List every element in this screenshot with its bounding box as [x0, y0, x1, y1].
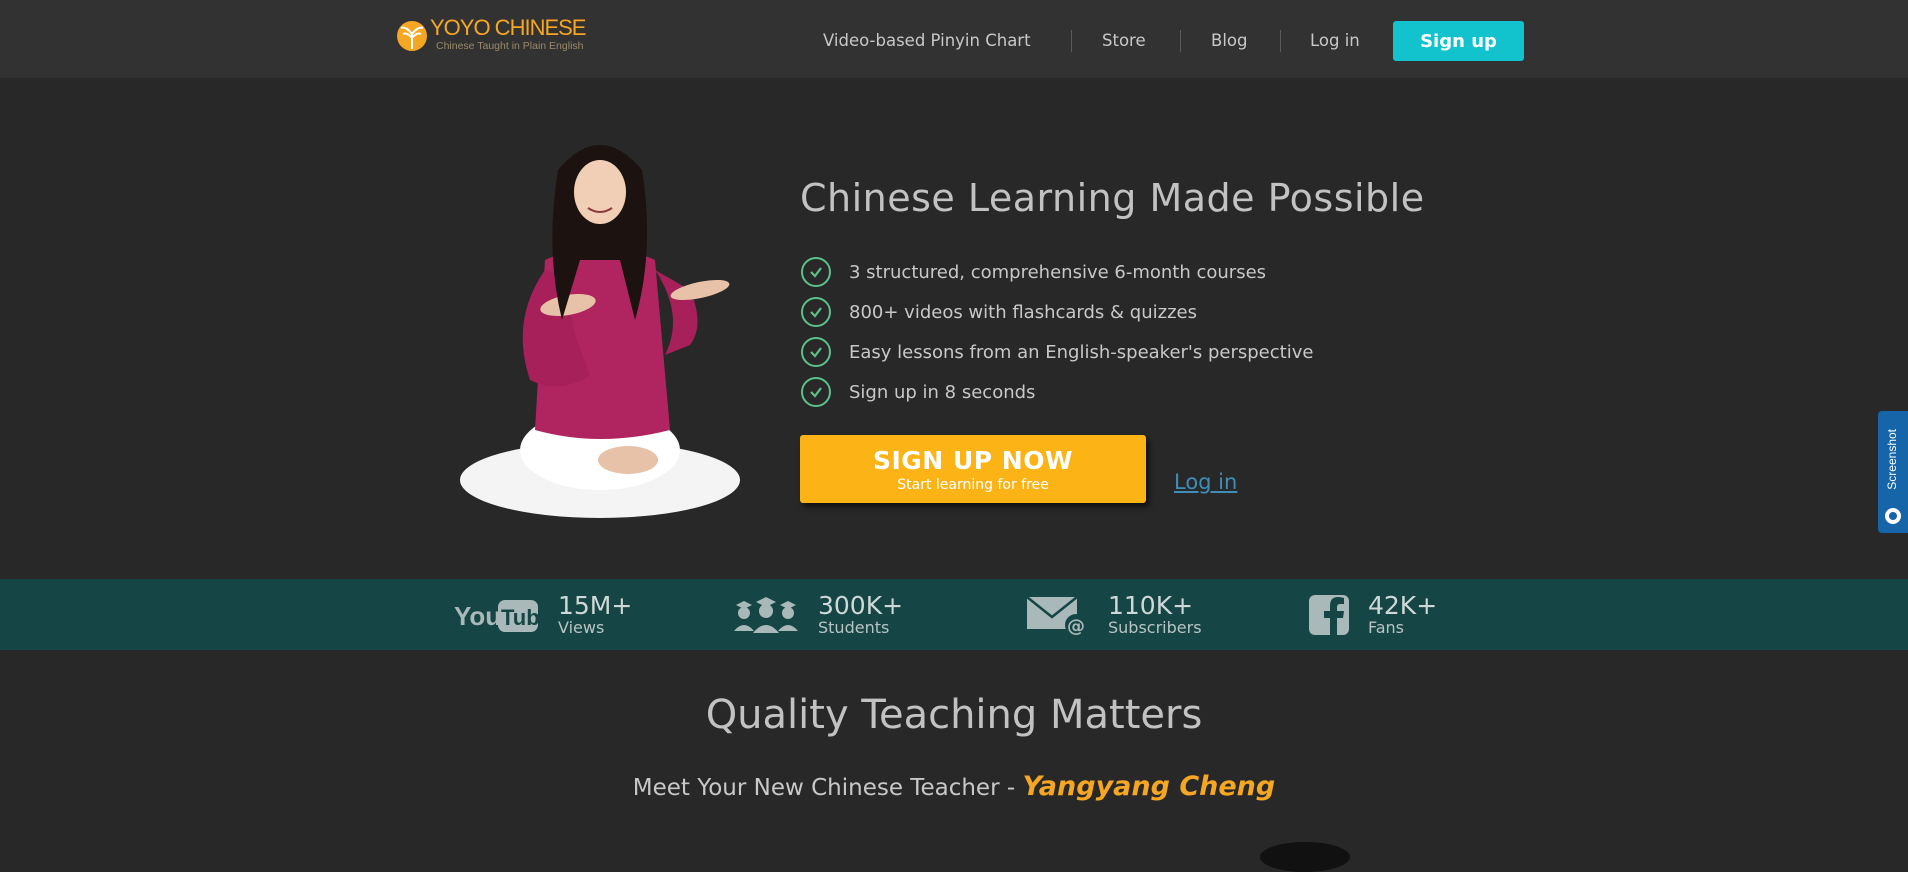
stat-subscribers: @ 110K+ Subscribers [1026, 579, 1202, 650]
feature-text: Easy lessons from an English-speaker's p… [849, 341, 1314, 363]
stat-value: 42K+ [1368, 591, 1438, 620]
feature-text: 800+ videos with flashcards & quizzes [849, 301, 1197, 323]
feature-item: Sign up in 8 seconds [801, 372, 1313, 412]
students-icon [734, 596, 798, 633]
stat-label: Students [818, 618, 890, 637]
signup-now-button[interactable]: SIGN UP NOW Start learning for free [800, 435, 1146, 503]
nav-divider [1280, 30, 1281, 52]
svg-text:Tube: Tube [501, 605, 540, 630]
feature-item: 3 structured, comprehensive 6-month cour… [801, 252, 1313, 292]
screenshot-side-tab[interactable]: Screenshot [1878, 411, 1908, 533]
feature-list: 3 structured, comprehensive 6-month cour… [801, 252, 1313, 412]
feature-item: 800+ videos with flashcards & quizzes [801, 292, 1313, 332]
check-circle-icon [801, 257, 831, 287]
stat-value: 110K+ [1108, 591, 1194, 620]
teacher-hero-image [460, 145, 740, 518]
teacher-name: Yangyang Cheng [1022, 771, 1276, 802]
cta-title: SIGN UP NOW [872, 445, 1074, 475]
stat-label: Fans [1368, 618, 1405, 637]
check-circle-icon [801, 297, 831, 327]
nav-blog[interactable]: Blog [1211, 21, 1247, 59]
facebook-icon[interactable] [1308, 594, 1350, 636]
logo-tagline: Chinese Taught in Plain English [436, 40, 584, 52]
nav-pinyin-chart[interactable]: Video-based Pinyin Chart [823, 21, 1031, 59]
feature-text: 3 structured, comprehensive 6-month cour… [849, 261, 1267, 283]
stats-band: You Tube 15M+ Views 300K+ Students @ [0, 579, 1908, 650]
feature-item: Easy lessons from an English-speaker's p… [801, 332, 1313, 372]
camera-icon [1885, 508, 1901, 524]
logo-title: YOYO CHINESE [430, 15, 586, 40]
stat-label: Views [558, 618, 605, 637]
teacher-intro: Meet Your New Chinese Teacher - Yangyang… [0, 771, 1908, 802]
hero-login-link[interactable]: Log in [1174, 470, 1237, 494]
stat-value: 300K+ [818, 591, 904, 620]
stat-students: 300K+ Students [732, 579, 903, 650]
nav-link-login[interactable]: Log in [1310, 31, 1360, 50]
teacher-intro-prefix: Meet Your New Chinese Teacher - [632, 775, 1023, 801]
stat-facebook: 42K+ Fans [1308, 579, 1437, 650]
nav-link-pinyin-chart[interactable]: Video-based Pinyin Chart [823, 31, 1031, 50]
check-circle-icon [801, 377, 831, 407]
nav-divider [1180, 30, 1181, 52]
yoyo-logo-icon [397, 21, 427, 51]
stat-youtube: You Tube 15M+ Views [454, 579, 632, 650]
youtube-icon[interactable]: You Tube [454, 597, 540, 633]
yoyo-logo[interactable]: YOYO CHINESE Chinese Taught in Plain Eng… [396, 15, 586, 56]
video-preview-edge [1260, 842, 1350, 872]
nav-link-store[interactable]: Store [1102, 31, 1146, 50]
nav-link-blog[interactable]: Blog [1211, 31, 1247, 50]
stat-label: Subscribers [1108, 618, 1202, 637]
svg-text:@: @ [1067, 616, 1085, 637]
svg-text:You: You [454, 601, 501, 631]
feature-text: Sign up in 8 seconds [849, 381, 1036, 403]
email-icon: @ [1026, 595, 1087, 637]
quality-title: Quality Teaching Matters [705, 692, 1203, 738]
screenshot-tab-label: Screenshot [1885, 429, 1899, 490]
nav-login[interactable]: Log in [1310, 21, 1360, 59]
stat-value: 15M+ [558, 591, 633, 620]
signup-button[interactable]: Sign up [1393, 21, 1524, 61]
cta-subtitle: Start learning for free [897, 476, 1049, 493]
nav-divider [1071, 30, 1072, 52]
check-circle-icon [801, 337, 831, 367]
nav-store[interactable]: Store [1102, 21, 1146, 59]
hero-title: Chinese Learning Made Possible [800, 176, 1425, 220]
top-navigation-bar: YOYO CHINESE Chinese Taught in Plain Eng… [0, 0, 1908, 78]
